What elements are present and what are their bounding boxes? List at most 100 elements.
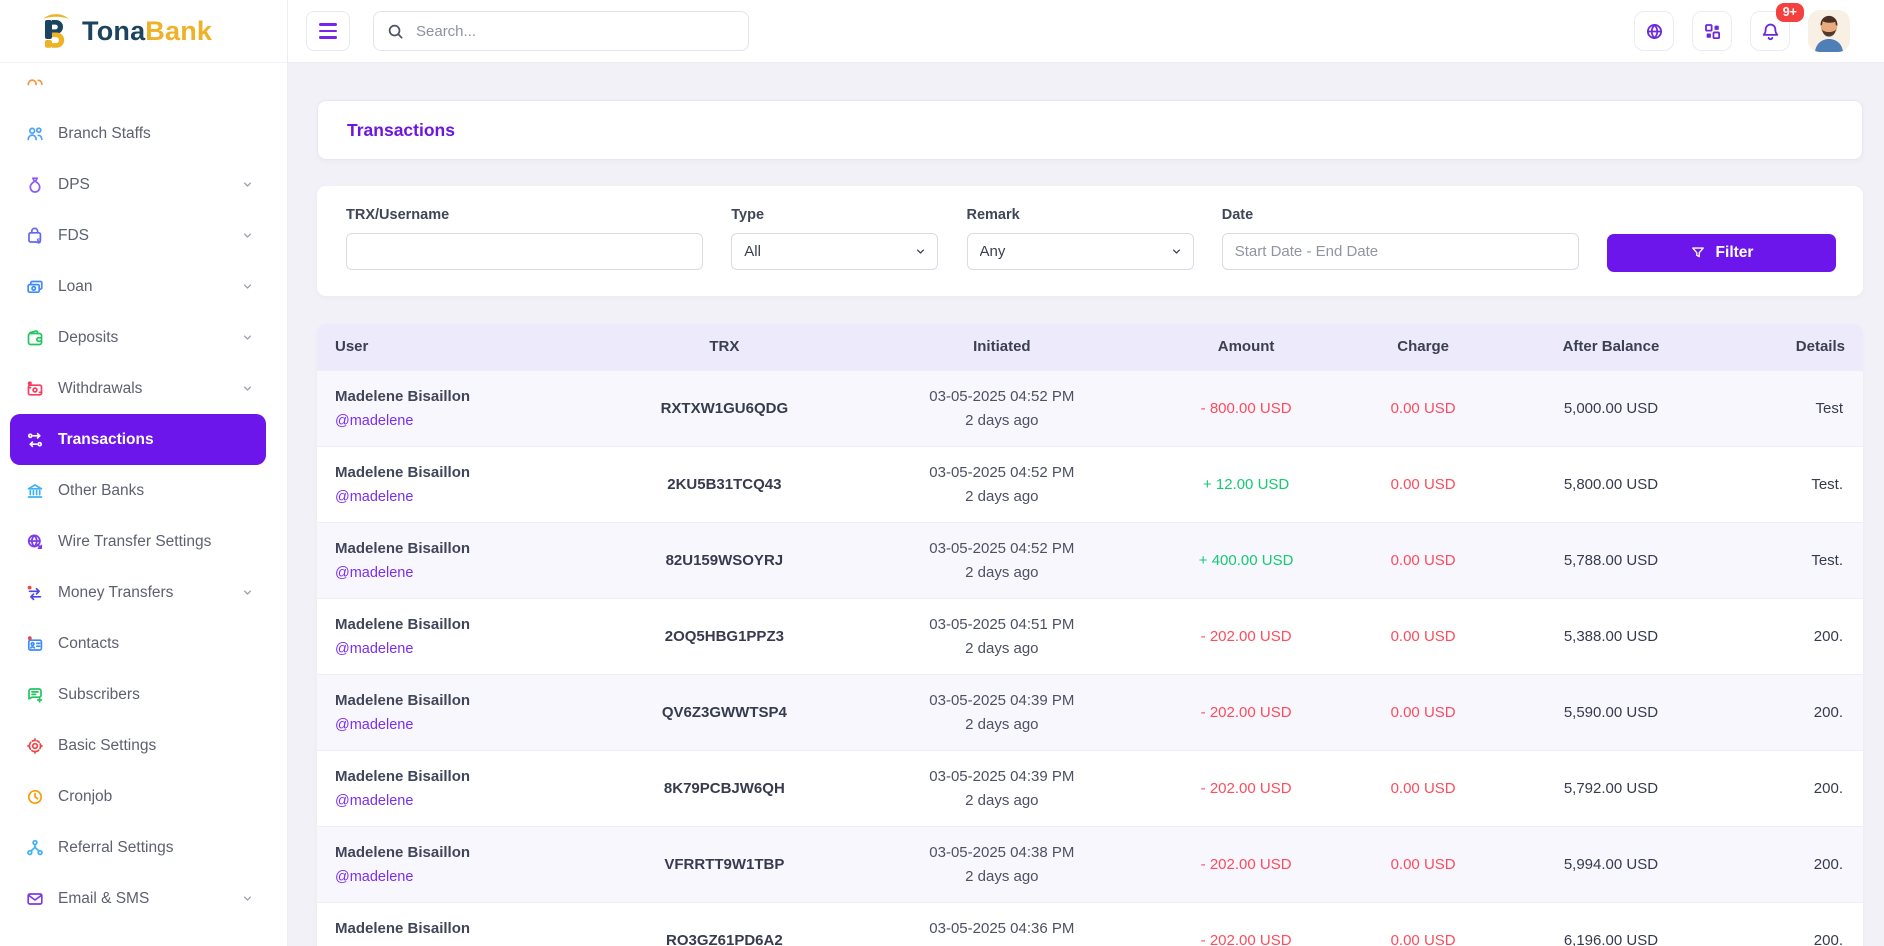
sidebar-item[interactable]: FDS bbox=[10, 210, 266, 261]
sidebar-item[interactable]: Email & SMS bbox=[10, 873, 266, 924]
sidebar-item-label: FDS bbox=[58, 227, 89, 245]
initiated-date: 03-05-2025 04:52 PM bbox=[895, 464, 1109, 481]
sidebar-item[interactable]: Wire Transfer Settings bbox=[10, 516, 266, 567]
cell-after-balance: 5,788.00 USD bbox=[1481, 522, 1741, 598]
username-link[interactable]: @madelene bbox=[335, 793, 413, 809]
cell-amount: - 202.00 USD bbox=[1127, 902, 1365, 946]
page-title: Transactions bbox=[347, 120, 455, 141]
table-row: Madelene Bisaillon @madelene 2KU5B31TCQ4… bbox=[317, 446, 1863, 522]
filter-button[interactable]: Filter bbox=[1607, 234, 1836, 272]
main-column: 9+ Transactions TR bbox=[288, 0, 1884, 946]
sidebar-menu: Branch Staffs DPS FDS Loan Deposits bbox=[0, 63, 287, 946]
notifications-button[interactable]: 9+ bbox=[1750, 11, 1790, 51]
type-label: Type bbox=[731, 207, 938, 223]
initiated-date: 03-05-2025 04:51 PM bbox=[895, 616, 1109, 633]
cell-trx: RXTXW1GU6QDG bbox=[572, 370, 877, 446]
search-icon bbox=[386, 22, 405, 41]
wallet-icon bbox=[25, 328, 45, 348]
sidebar-item[interactable]: Loan bbox=[10, 261, 266, 312]
cell-charge: 0.00 USD bbox=[1365, 598, 1481, 674]
sidebar-item[interactable]: Money Transfers bbox=[10, 567, 266, 618]
cell-amount: - 202.00 USD bbox=[1127, 750, 1365, 826]
remark-select[interactable]: Any bbox=[967, 233, 1194, 270]
trx-username-field: TRX/Username bbox=[346, 207, 703, 270]
globe-transfer-icon bbox=[25, 532, 45, 552]
transactions-table-card: User TRX Initiated Amount Charge After B… bbox=[317, 324, 1863, 946]
sidebar-toggle-button[interactable] bbox=[306, 11, 350, 51]
user-fullname: Madelene Bisaillon bbox=[335, 692, 554, 709]
sidebar-item[interactable]: Other Banks bbox=[10, 465, 266, 516]
column-header: Details bbox=[1741, 324, 1863, 370]
cell-user: Madelene Bisaillon @madelene bbox=[317, 750, 572, 826]
sidebar-item[interactable]: Basic Settings bbox=[10, 720, 266, 771]
cell-trx: RO3GZ61PD6A2 bbox=[572, 902, 877, 946]
sidebar-item[interactable]: DPS bbox=[10, 159, 266, 210]
cell-user: Madelene Bisaillon @madelene bbox=[317, 522, 572, 598]
username-link[interactable]: @madelene bbox=[335, 565, 413, 581]
initiated-ago: 2 days ago bbox=[895, 716, 1109, 733]
date-range-input[interactable] bbox=[1222, 233, 1579, 270]
cell-charge: 0.00 USD bbox=[1365, 446, 1481, 522]
user-fullname: Madelene Bisaillon bbox=[335, 540, 554, 557]
cell-amount: - 800.00 USD bbox=[1127, 370, 1365, 446]
column-header: User bbox=[317, 324, 572, 370]
sidebar-item[interactable]: Withdrawals bbox=[10, 363, 266, 414]
language-button[interactable] bbox=[1634, 11, 1674, 51]
cell-initiated: 03-05-2025 04:39 PM 2 days ago bbox=[877, 750, 1127, 826]
initiated-date: 03-05-2025 04:39 PM bbox=[895, 768, 1109, 785]
chevron-down-icon bbox=[241, 280, 254, 293]
search-bar bbox=[373, 11, 749, 51]
search-input[interactable] bbox=[416, 23, 736, 40]
sidebar-item[interactable]: Branch Staffs bbox=[10, 108, 266, 159]
cell-user: Madelene Bisaillon @madelene bbox=[317, 370, 572, 446]
cell-charge: 0.00 USD bbox=[1365, 674, 1481, 750]
cell-trx: 8K79PCBJW6QH bbox=[572, 750, 877, 826]
type-select[interactable]: All bbox=[731, 233, 938, 270]
sidebar-item-label: Transactions bbox=[58, 431, 154, 449]
brand-name: TonaBank bbox=[82, 16, 212, 47]
contact-card-icon bbox=[25, 634, 45, 654]
sidebar-item-label: Referral Settings bbox=[58, 839, 173, 857]
username-link[interactable]: @madelene bbox=[335, 641, 413, 657]
cell-user: Madelene Bisaillon @madelene bbox=[317, 446, 572, 522]
username-link[interactable]: @madelene bbox=[335, 413, 413, 429]
table-row: Madelene Bisaillon @madelene 82U159WSOYR… bbox=[317, 522, 1863, 598]
user-fullname: Madelene Bisaillon bbox=[335, 844, 554, 861]
user-avatar[interactable] bbox=[1808, 10, 1850, 52]
tonabank-logo-icon bbox=[38, 12, 72, 50]
date-label: Date bbox=[1222, 207, 1579, 223]
trx-username-input[interactable] bbox=[346, 233, 703, 270]
username-link[interactable]: @madelene bbox=[335, 489, 413, 505]
cell-details: 200. bbox=[1741, 750, 1863, 826]
cell-initiated: 03-05-2025 04:52 PM 2 days ago bbox=[877, 370, 1127, 446]
sidebar-item-label: Basic Settings bbox=[58, 737, 156, 755]
apps-button[interactable] bbox=[1692, 11, 1732, 51]
sidebar-item[interactable]: Transactions bbox=[10, 414, 266, 465]
sidebar-item[interactable]: Cronjob bbox=[10, 771, 266, 822]
banknote-icon bbox=[25, 277, 45, 297]
sidebar-item[interactable] bbox=[10, 79, 266, 94]
cell-amount: - 202.00 USD bbox=[1127, 598, 1365, 674]
initiated-date: 03-05-2025 04:52 PM bbox=[895, 540, 1109, 557]
chevron-down-icon bbox=[241, 178, 254, 191]
brand-logo[interactable]: TonaBank bbox=[0, 0, 287, 63]
sidebar-item-label: Branch Staffs bbox=[58, 125, 151, 143]
username-link[interactable]: @madelene bbox=[335, 717, 413, 733]
cell-charge: 0.00 USD bbox=[1365, 750, 1481, 826]
sidebar-item[interactable]: Deposits bbox=[10, 312, 266, 363]
initiated-ago: 2 days ago bbox=[895, 412, 1109, 429]
initiated-ago: 2 days ago bbox=[895, 488, 1109, 505]
sidebar-item-label: DPS bbox=[58, 176, 90, 194]
table-row: Madelene Bisaillon @madelene RO3GZ61PD6A… bbox=[317, 902, 1863, 946]
cell-after-balance: 5,994.00 USD bbox=[1481, 826, 1741, 902]
app-window: TonaBank Branch Staffs DPS FDS Lo bbox=[0, 0, 1884, 946]
chevron-down-icon bbox=[241, 229, 254, 242]
column-header: Amount bbox=[1127, 324, 1365, 370]
sidebar-item[interactable]: Subscribers bbox=[10, 669, 266, 720]
username-link[interactable]: @madelene bbox=[335, 869, 413, 885]
column-header: TRX bbox=[572, 324, 877, 370]
sidebar-item[interactable]: Referral Settings bbox=[10, 822, 266, 873]
sidebar-item[interactable]: Contacts bbox=[10, 618, 266, 669]
cell-charge: 0.00 USD bbox=[1365, 902, 1481, 946]
trx-username-label: TRX/Username bbox=[346, 207, 703, 223]
